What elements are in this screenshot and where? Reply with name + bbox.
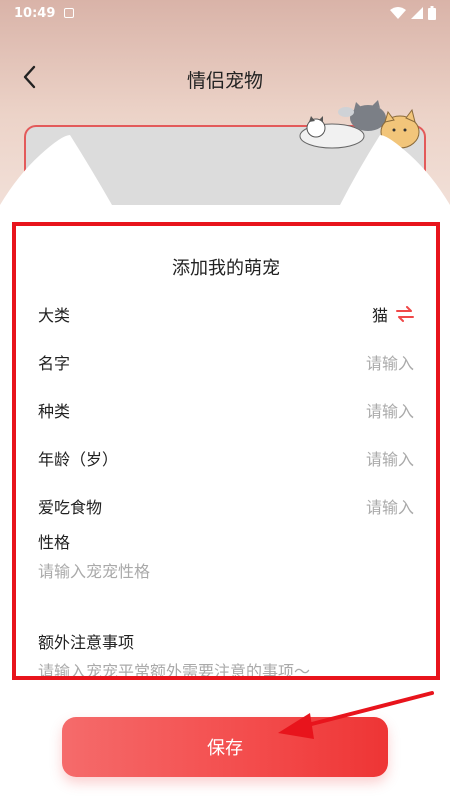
notes-label: 额外注意事项: [38, 633, 135, 652]
pet-form: 添加我的萌宠 大类 猫 名字 请输入 种类 请输入 年龄（岁） 请输入 爱吃食物…: [12, 222, 440, 680]
age-row[interactable]: 年龄（岁） 请输入: [38, 444, 414, 472]
favorite-food-input[interactable]: 请输入: [366, 494, 414, 518]
age-input[interactable]: 请输入: [366, 446, 414, 470]
category-label: 大类: [38, 306, 71, 325]
notification-icon: [64, 8, 75, 18]
category-value-text: 猫: [371, 306, 388, 325]
personality-input[interactable]: 请输入宠宠性格: [38, 558, 150, 582]
form-title: 添加我的萌宠: [172, 258, 280, 279]
category-value[interactable]: 猫: [372, 302, 414, 326]
arrow-annotation-icon: [278, 691, 434, 739]
age-label: 年龄（岁）: [38, 450, 119, 469]
breed-row[interactable]: 种类 请输入: [38, 396, 414, 424]
status-indicators: [390, 6, 436, 20]
notes-input[interactable]: 请输入宠宠平常额外需要注意的事项～: [38, 658, 310, 676]
name-row[interactable]: 名字 请输入: [38, 348, 414, 376]
name-label: 名字: [38, 354, 71, 373]
personality-label: 性格: [38, 533, 71, 552]
battery-icon: [428, 6, 436, 20]
status-time: 10:49: [14, 5, 56, 21]
page-title: 情侣宠物: [186, 70, 263, 92]
category-row[interactable]: 大类 猫: [38, 300, 414, 328]
breed-input[interactable]: 请输入: [366, 398, 414, 422]
name-input[interactable]: 请输入: [366, 350, 414, 374]
signal-icon: [411, 7, 423, 19]
status-bar: 10:49: [0, 0, 450, 26]
favorite-food-label: 爱吃食物: [38, 498, 103, 517]
swap-icon[interactable]: [396, 306, 414, 322]
wifi-icon: [390, 7, 406, 19]
favorite-food-row[interactable]: 爱吃食物 请输入: [38, 492, 414, 520]
breed-label: 种类: [38, 402, 71, 421]
